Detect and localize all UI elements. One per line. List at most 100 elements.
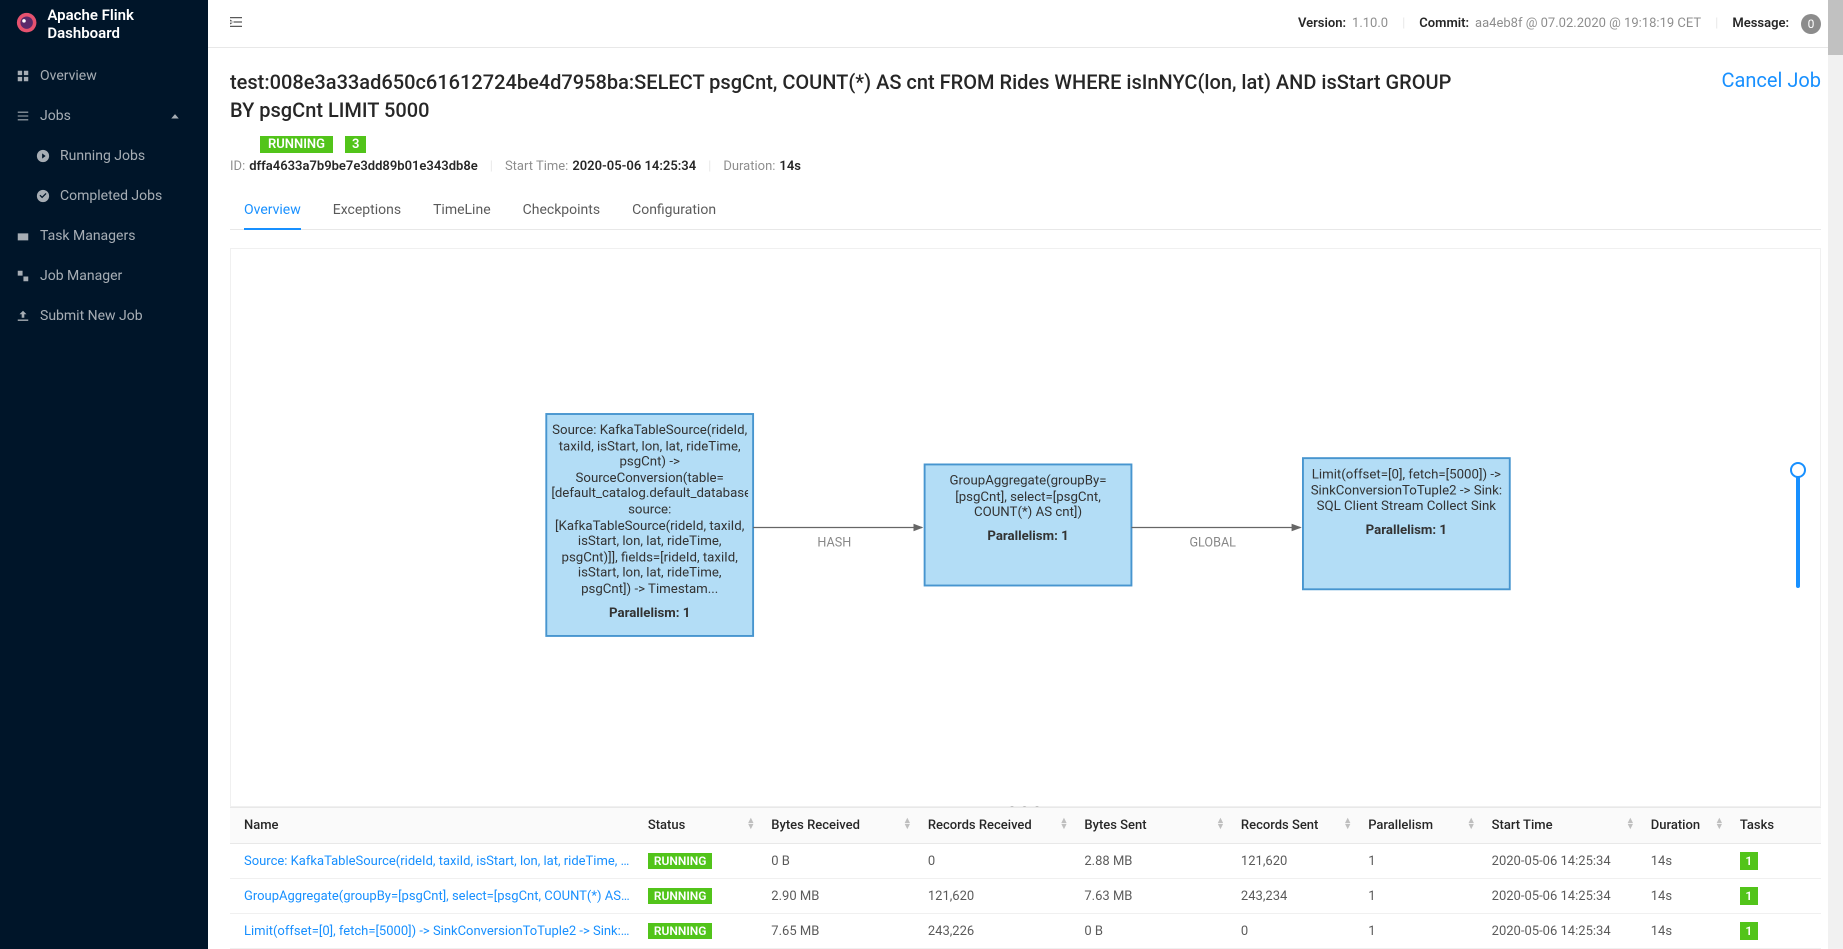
col-bytes-received[interactable]: Bytes Received▲▼ [763,808,920,844]
cell-name[interactable]: Limit(offset=[0], fetch=[5000]) -> SinkC… [230,914,640,949]
cell-parallelism: 1 [1360,914,1483,949]
tab-checkpoints[interactable]: Checkpoints [523,192,600,229]
id-label: ID: [230,159,245,174]
graph-edge-2-label: GLOBAL [1189,535,1236,550]
cell-status: RUNNING [640,914,763,949]
commit-value: aa4eb8f @ 07.02.2020 @ 19:18:19 CET [1475,16,1701,31]
col-tasks[interactable]: Tasks [1732,808,1821,844]
message-label: Message: [1732,16,1789,31]
graph-node-3-parallelism: Parallelism: 1 [1308,522,1505,538]
cell-records-received: 243,226 [920,914,1077,949]
cancel-job-link[interactable]: Cancel Job [1721,68,1821,92]
topbar: Version: 1.10.0 | Commit: aa4eb8f @ 07.0… [208,0,1843,48]
col-start-time[interactable]: Start Time▲▼ [1484,808,1643,844]
col-bytes-sent[interactable]: Bytes Sent▲▼ [1076,808,1233,844]
job-meta-row: RUNNING 3 [230,136,1821,153]
sidebar-item-job-manager[interactable]: Job Manager [0,256,208,296]
sidebar-item-label: Task Managers [40,228,135,244]
job-graph[interactable]: Source: KafkaTableSource(rideId, taxiId,… [230,248,1821,807]
table-header-row: Name Status▲▼ Bytes Received▲▼ Records R… [230,808,1821,844]
zoom-slider[interactable] [1796,468,1800,588]
bars-icon [16,109,30,123]
col-duration[interactable]: Duration▲▼ [1643,808,1732,844]
version-label: Version: [1298,16,1346,31]
flink-logo-icon [16,12,37,36]
cell-bytes-received: 2.90 MB [763,879,920,914]
start-time-value: 2020-05-06 14:25:34 [572,159,696,174]
check-circle-icon [36,189,50,203]
commit-label: Commit: [1419,16,1469,31]
table-row[interactable]: GroupAggregate(groupBy=[psgCnt], select=… [230,879,1821,914]
sidebar-item-label: Jobs [40,108,71,124]
app-title: Apache Flink Dashboard [47,6,192,42]
cell-parallelism: 1 [1360,879,1483,914]
graph-node-1-parallelism: Parallelism: 1 [551,605,748,621]
cell-tasks: 1 [1732,879,1821,914]
cell-status: RUNNING [640,844,763,879]
cell-parallelism: 1 [1360,844,1483,879]
col-parallelism[interactable]: Parallelism▲▼ [1360,808,1483,844]
cell-bytes-sent: 7.63 MB [1076,879,1233,914]
sidebar-item-label: Job Manager [40,268,122,284]
sidebar-item-label: Overview [40,68,97,84]
sidebar-item-submit-job[interactable]: Submit New Job [0,296,208,336]
play-circle-icon [36,149,50,163]
version-value: 1.10.0 [1352,16,1388,31]
dashboard-icon [16,69,30,83]
sidebar-item-label: Submit New Job [40,308,143,324]
task-count-badge: 3 [345,136,366,153]
message-count-badge[interactable]: 0 [1801,14,1821,34]
app-logo-title: Apache Flink Dashboard [0,0,208,48]
tab-overview[interactable]: Overview [244,192,301,230]
col-records-sent[interactable]: Records Sent▲▼ [1233,808,1360,844]
cell-start-time: 2020-05-06 14:25:34 [1484,879,1643,914]
cell-start-time: 2020-05-06 14:25:34 [1484,844,1643,879]
cell-name[interactable]: Source: KafkaTableSource(rideId, taxiId,… [230,844,640,879]
tab-timeline[interactable]: TimeLine [433,192,491,229]
status-badge: RUNNING [260,136,333,153]
col-status[interactable]: Status▲▼ [640,808,763,844]
cell-records-received: 0 [920,844,1077,879]
cell-duration: 14s [1643,879,1732,914]
cell-records-sent: 243,234 [1233,879,1360,914]
sidebar-item-running-jobs[interactable]: Running Jobs [0,136,208,176]
cell-duration: 14s [1643,914,1732,949]
schedule-icon [16,229,30,243]
graph-node-1-text: Source: KafkaTableSource(rideId, taxiId,… [551,423,748,598]
sidebar-item-jobs[interactable]: Jobs [0,96,208,136]
col-records-received[interactable]: Records Received▲▼ [920,808,1077,844]
duration-value: 14s [779,159,801,174]
graph-node-3-text: Limit(offset=[0], fetch=[5000]) -> SinkC… [1308,467,1505,515]
build-icon [16,269,30,283]
cell-duration: 14s [1643,844,1732,879]
cell-bytes-received: 7.65 MB [763,914,920,949]
graph-node-2-parallelism: Parallelism: 1 [930,528,1127,544]
sidebar: Apache Flink Dashboard Overview Jobs Run… [0,0,208,949]
sidebar-item-label: Completed Jobs [60,188,162,204]
sidebar-item-label: Running Jobs [60,148,145,164]
cell-records-sent: 121,620 [1233,844,1360,879]
page-title: test:008e3a33ad650c61612724be4d7958ba:SE… [230,68,1460,124]
upload-icon [16,309,30,323]
table-row[interactable]: Source: KafkaTableSource(rideId, taxiId,… [230,844,1821,879]
sidebar-item-overview[interactable]: Overview [0,56,208,96]
menu-fold-icon[interactable] [228,14,244,34]
cell-tasks: 1 [1732,844,1821,879]
sidebar-item-completed-jobs[interactable]: Completed Jobs [0,176,208,216]
cell-start-time: 2020-05-06 14:25:34 [1484,914,1643,949]
graph-edge-1-label: HASH [817,535,851,550]
cell-tasks: 1 [1732,914,1821,949]
page-scrollbar[interactable] [1828,0,1843,949]
scrollbar-thumb[interactable] [1828,0,1843,55]
cell-bytes-sent: 2.88 MB [1076,844,1233,879]
tab-configuration[interactable]: Configuration [632,192,716,229]
cell-name[interactable]: GroupAggregate(groupBy=[psgCnt], select=… [230,879,640,914]
tab-exceptions[interactable]: Exceptions [333,192,401,229]
col-name[interactable]: Name [230,808,640,844]
graph-node-2-text: GroupAggregate(groupBy=[psgCnt], select=… [930,473,1127,521]
cell-records-sent: 0 [1233,914,1360,949]
tasks-table: Name Status▲▼ Bytes Received▲▼ Records R… [230,807,1821,949]
job-tabs: Overview Exceptions TimeLine Checkpoints… [230,192,1821,230]
table-row[interactable]: Limit(offset=[0], fetch=[5000]) -> SinkC… [230,914,1821,949]
sidebar-item-task-managers[interactable]: Task Managers [0,216,208,256]
